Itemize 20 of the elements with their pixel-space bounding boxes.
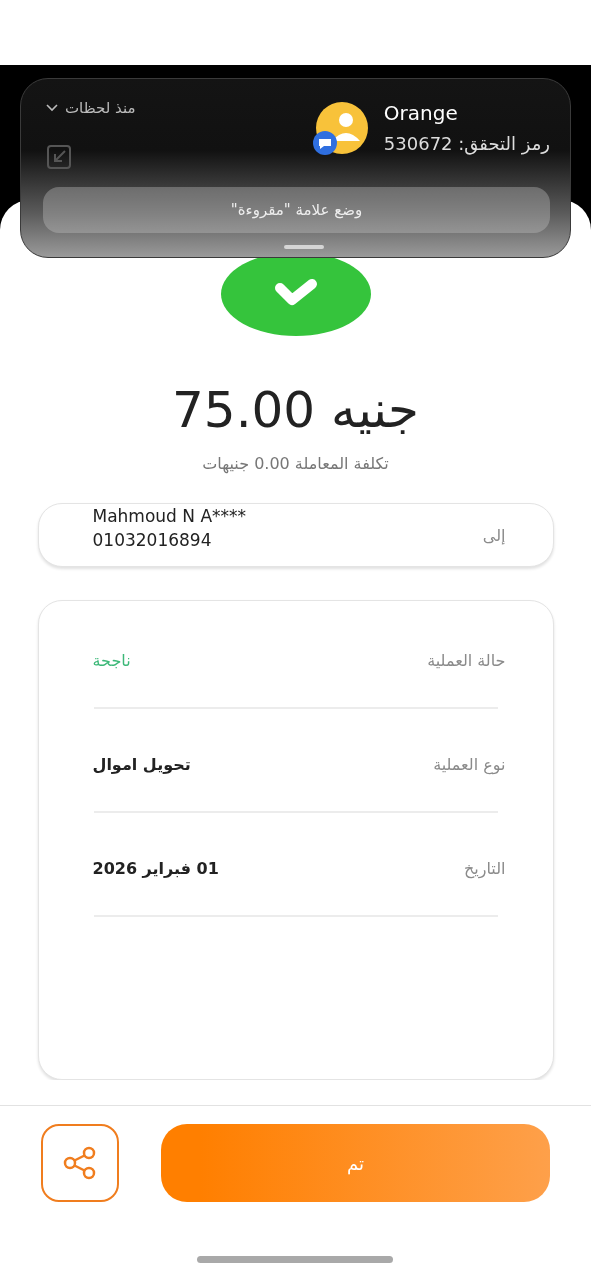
drag-handle[interactable] (284, 245, 324, 249)
recipient-phone: 01032016894 (92, 529, 213, 552)
detail-label: حالة العملية (427, 650, 506, 670)
mark-read-button[interactable]: وضع علامة "مقروءة" (43, 187, 550, 233)
notification-sender: Orange (383, 101, 458, 125)
notification-time: منذ لحظات (65, 99, 136, 117)
detail-value: تحويل اموال (92, 754, 191, 774)
status-value: ناجحة (92, 650, 131, 670)
recipient-label: إلى (482, 525, 506, 545)
recipient-name: Mahmoud N A**** (92, 505, 247, 528)
share-button[interactable] (41, 1124, 119, 1202)
fee-text: تكلفة المعاملة 0.00 جنيهات (202, 454, 389, 473)
detail-label: نوع العملية (433, 754, 506, 774)
chevron-down-icon[interactable] (45, 103, 59, 113)
detail-label: التاريخ (463, 858, 506, 878)
notification-message: رمز التحقق: 530672 (383, 133, 550, 154)
detail-value: 01 فبراير 2026 (92, 858, 219, 878)
minimize-icon[interactable] (45, 143, 73, 171)
done-button[interactable]: تم (161, 1124, 550, 1202)
amount: 75.00 جنيه (172, 380, 419, 440)
